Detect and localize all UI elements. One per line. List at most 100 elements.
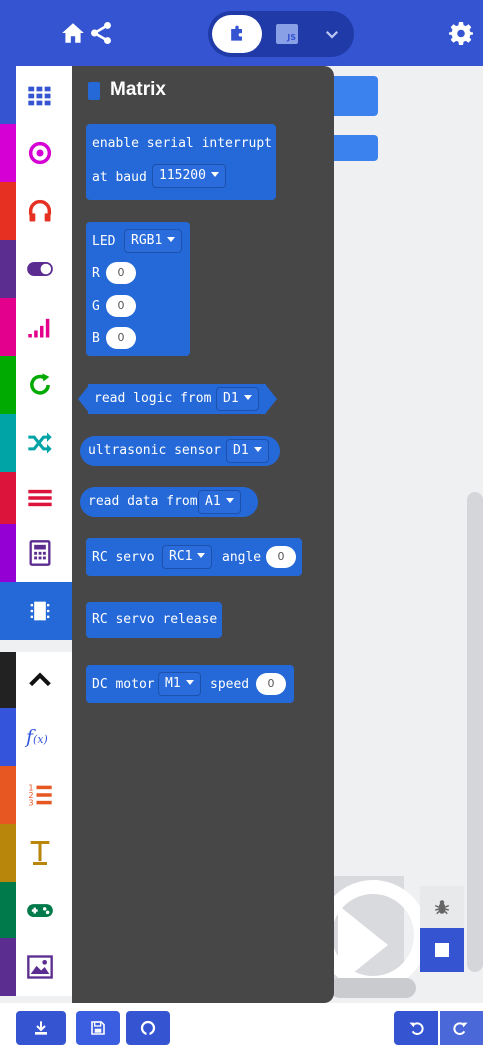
dropdown-arrow-icon	[210, 172, 219, 177]
rc-servo-label: RC servo	[92, 550, 155, 565]
workspace-block-forever[interactable]	[330, 135, 378, 161]
category-input[interactable]	[0, 124, 72, 182]
hex-right-edge	[265, 384, 277, 414]
block-enable-serial-interrupt[interactable]: enable serial interrupt at baud 115200	[86, 124, 276, 200]
workspace-block-on-start[interactable]	[330, 76, 378, 116]
image-icon	[27, 955, 53, 979]
servo-dropdown[interactable]: RC1	[162, 545, 213, 569]
baud-dropdown[interactable]: 115200	[152, 164, 226, 188]
dropdown-arrow-icon	[185, 680, 194, 685]
category-loops[interactable]	[0, 356, 72, 414]
text-icon	[30, 840, 50, 866]
category-matrix[interactable]	[0, 582, 72, 640]
blocks-button[interactable]	[212, 15, 262, 53]
category-images[interactable]	[0, 938, 72, 996]
editor-toggle: JS	[208, 11, 354, 57]
chevron-up-icon	[29, 672, 51, 687]
language-dropdown-button[interactable]	[314, 15, 350, 53]
led-dropdown[interactable]: RGB1	[124, 229, 183, 253]
headphones-icon	[28, 199, 52, 222]
gamepad-icon	[27, 904, 53, 917]
gear-icon[interactable]	[449, 21, 473, 45]
category-arrays[interactable]: 123	[0, 766, 72, 824]
serial-label-line1: enable serial interrupt	[92, 136, 273, 151]
dc-motor-label: DC motor	[92, 677, 155, 692]
category-math[interactable]	[0, 524, 72, 582]
dropdown-arrow-icon	[243, 395, 252, 400]
github-button[interactable]	[126, 1011, 170, 1045]
grid-icon	[28, 86, 51, 106]
bug-icon	[434, 900, 450, 915]
category-grid[interactable]	[0, 66, 72, 124]
block-led[interactable]: LED RGB1 R 0 G 0 B 0	[86, 222, 190, 356]
redo-icon	[453, 1022, 468, 1035]
block-ultrasonic-sensor[interactable]: ultrasonic sensor D1	[80, 436, 280, 466]
ultrasonic-pin-dropdown[interactable]: D1	[226, 439, 269, 463]
category-radio[interactable]	[0, 298, 72, 356]
data-pin-dropdown[interactable]: A1	[198, 490, 241, 514]
download-icon	[35, 1021, 47, 1035]
home-icon[interactable]	[60, 20, 86, 46]
angle-value-input[interactable]: 0	[266, 546, 296, 568]
hex-left-edge	[78, 384, 90, 414]
share-icon[interactable]	[88, 20, 114, 46]
dropdown-arrow-icon	[167, 237, 176, 242]
debug-button[interactable]	[420, 886, 464, 928]
workspace-scrollbar[interactable]	[467, 492, 483, 972]
block-read-data[interactable]: read data from A1	[80, 487, 258, 517]
download-button[interactable]	[16, 1011, 66, 1045]
category-logic[interactable]	[0, 414, 72, 472]
save-icon	[91, 1021, 105, 1035]
category-variables[interactable]	[0, 472, 72, 524]
category-led[interactable]	[0, 240, 72, 298]
category-advanced[interactable]	[0, 652, 72, 708]
speed-value-input[interactable]: 0	[256, 673, 286, 695]
block-rc-servo[interactable]: RC servo RC1 angle 0	[86, 538, 302, 576]
ultrasonic-label: ultrasonic sensor	[88, 443, 222, 458]
stop-simulator-button[interactable]	[420, 928, 464, 972]
dropdown-arrow-icon	[225, 498, 234, 503]
category-music[interactable]	[0, 182, 72, 240]
g-label: G	[92, 299, 100, 314]
github-icon	[140, 1020, 156, 1036]
list-lines-icon	[28, 489, 52, 507]
matrix-flyout	[72, 66, 334, 1003]
refresh-icon	[30, 373, 50, 395]
logic-pin-dropdown[interactable]: D1	[216, 387, 259, 411]
chevron-down-icon	[325, 30, 339, 39]
category-game[interactable]	[0, 882, 72, 938]
led-label: LED	[92, 234, 116, 249]
r-label: R	[92, 266, 100, 281]
flyout-title: Matrix	[110, 79, 166, 100]
javascript-button[interactable]: JS	[268, 15, 312, 53]
block-dc-motor[interactable]: DC motor M1 speed 0	[86, 665, 294, 703]
speed-label: speed	[210, 677, 250, 692]
save-button[interactable]	[76, 1011, 120, 1045]
target-icon	[28, 141, 52, 165]
category-text[interactable]	[0, 824, 72, 882]
simulator-bar	[330, 978, 416, 998]
top-header: JS	[0, 0, 483, 66]
category-functions[interactable]: f(x)	[0, 708, 72, 766]
redo-button[interactable]	[440, 1011, 483, 1045]
numbered-list-icon: 123	[28, 782, 52, 808]
stop-icon	[435, 943, 449, 957]
undo-button[interactable]	[394, 1011, 438, 1045]
function-icon: f(x)	[26, 726, 48, 748]
read-logic-label: read logic from	[94, 391, 212, 406]
block-rc-servo-release[interactable]: RC servo release	[86, 602, 222, 638]
r-value-input[interactable]: 0	[106, 262, 136, 284]
toggle-icon	[27, 262, 53, 276]
angle-label: angle	[222, 550, 262, 565]
g-value-input[interactable]: 0	[106, 295, 136, 317]
b-value-input[interactable]: 0	[106, 327, 136, 349]
block-read-logic[interactable]: read logic from D1	[88, 384, 266, 414]
shuffle-icon	[28, 432, 52, 454]
flyout-title-swatch	[88, 82, 100, 100]
motor-dropdown[interactable]: M1	[158, 672, 201, 696]
rc-servo-release-label: RC servo release	[92, 612, 218, 627]
dropdown-arrow-icon	[197, 553, 206, 558]
js-label: JS	[276, 24, 298, 44]
dropdown-arrow-icon	[253, 447, 262, 452]
svg-text:3: 3	[28, 798, 33, 808]
